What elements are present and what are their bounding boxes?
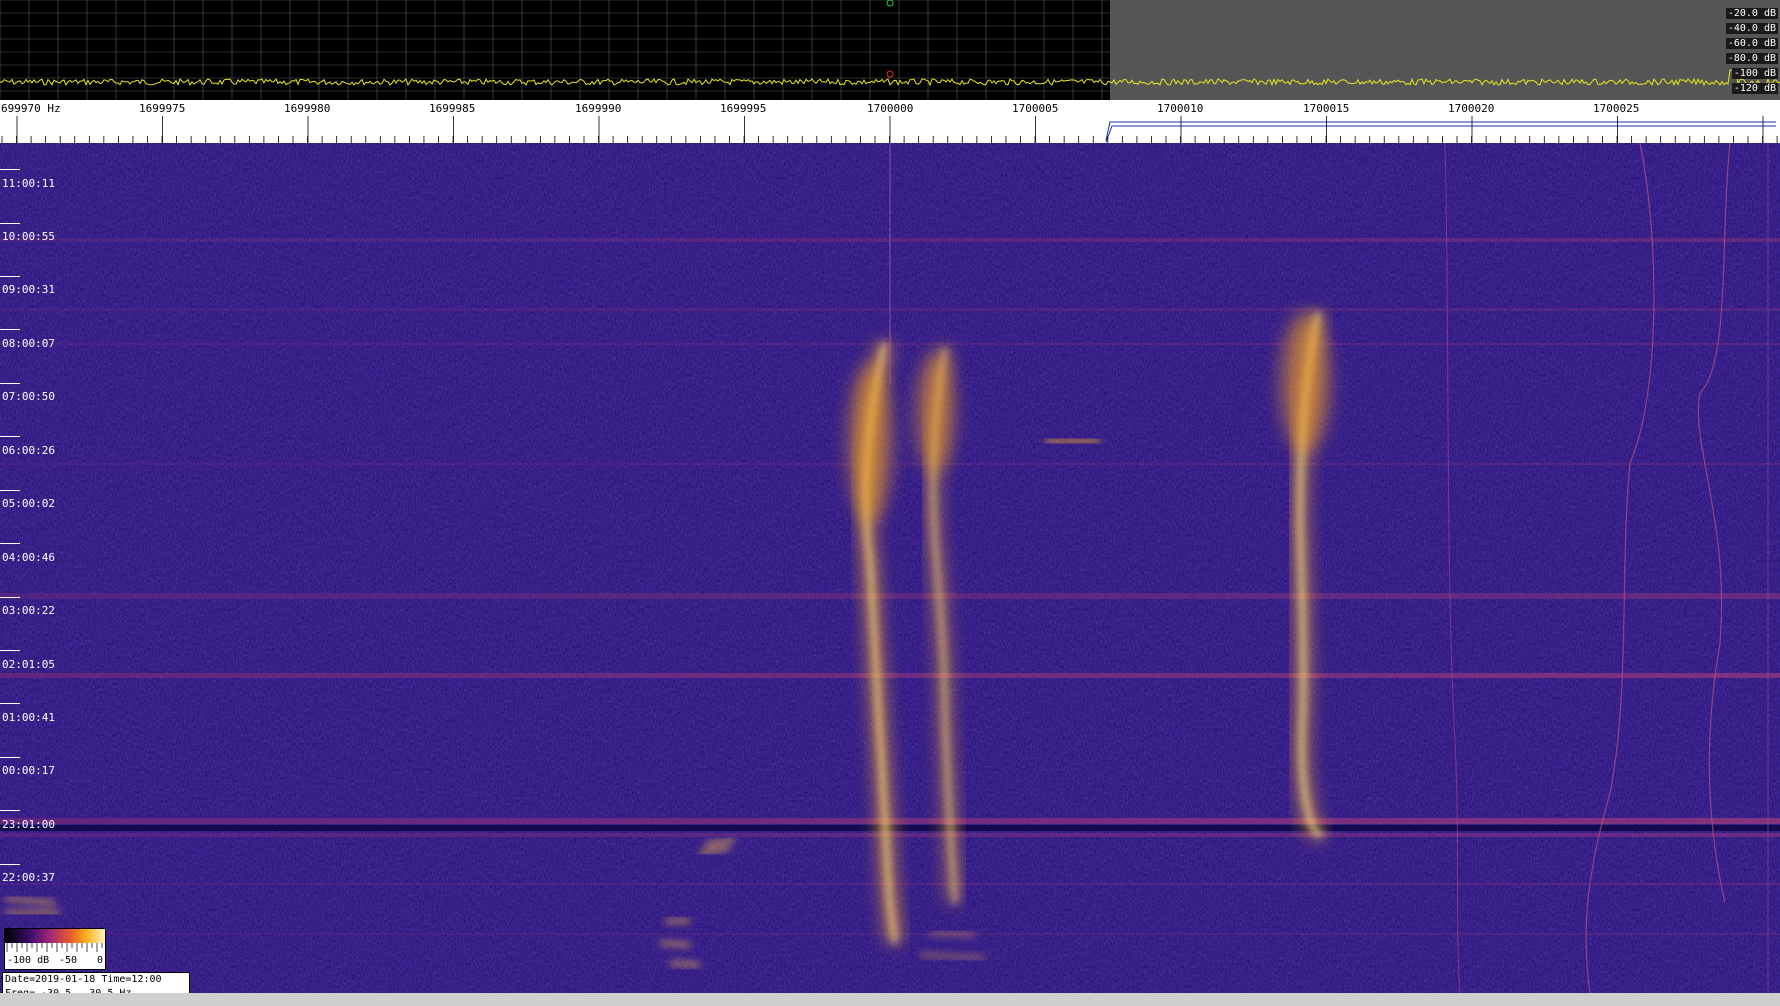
db-label-100: -100 dB [1731,68,1778,79]
db-label-20: -20.0 dB [1725,8,1778,19]
spectrum-panel[interactable]: -20.0 dB -40.0 dB -60.0 dB -80.0 dB -100… [0,0,1780,100]
waterfall-display[interactable]: 11:00:11 10:00:55 09:00:31 08:00:07 07:0… [0,143,1780,993]
time-label: 23:01:00 [2,818,55,831]
time-label: 04:00:46 [2,551,55,564]
time-label: 06:00:26 [2,444,55,457]
time-label: 07:00:50 [2,390,55,403]
time-label: 03:00:22 [2,604,55,617]
db-label-40: -40.0 dB [1725,23,1778,34]
time-tick [0,703,20,704]
time-tick [0,810,20,811]
spectrum-plot [0,0,1780,100]
scale-mid-label: -50 [59,955,78,966]
top-marker-icon [886,0,894,7]
time-tick [0,757,20,758]
db-label-60: -60.0 dB [1725,38,1778,49]
time-tick [0,436,20,437]
time-tick [0,383,20,384]
signal-streak [1045,439,1100,443]
waterfall-plot [0,143,1780,993]
time-label: 00:00:17 [2,764,55,777]
time-label: 05:00:02 [2,497,55,510]
center-marker-icon [886,70,894,78]
db-label-80: -80.0 dB [1725,53,1778,64]
time-label: 11:00:11 [2,177,55,190]
color-scale-legend: -100 dB -50 0 [4,928,106,970]
time-label: 08:00:07 [2,337,55,350]
frequency-ticks [1,116,1778,143]
time-label: 09:00:31 [2,283,55,296]
time-label: 10:00:55 [2,230,55,243]
time-tick [0,329,20,330]
time-tick [0,650,20,651]
scale-min-label: -100 dB [7,955,50,966]
time-tick [0,276,20,277]
time-tick [0,490,20,491]
time-label: 22:00:37 [2,871,55,884]
time-tick [0,543,20,544]
frequency-axis[interactable]: 699970 Hz 1699975 1699980 1699985 169999… [0,100,1780,143]
time-tick [0,864,20,865]
spectrogram-app: -20.0 dB -40.0 dB -60.0 dB -80.0 dB -100… [0,0,1780,1006]
bottom-scrollbar[interactable] [0,993,1780,1006]
db-label-120: -120 dB [1731,83,1778,94]
scale-max-label: 0 [97,955,104,966]
time-tick [0,169,20,170]
color-scale-ticks [6,943,103,952]
time-tick [0,223,20,224]
color-bar [5,929,105,943]
spectrum-shade-region [1110,0,1780,100]
info-date-time: Date=2019-01-18 Time=12:00 [5,974,162,985]
time-label: 02:01:05 [2,658,55,671]
time-tick [0,597,20,598]
time-label: 01:00:41 [2,711,55,724]
